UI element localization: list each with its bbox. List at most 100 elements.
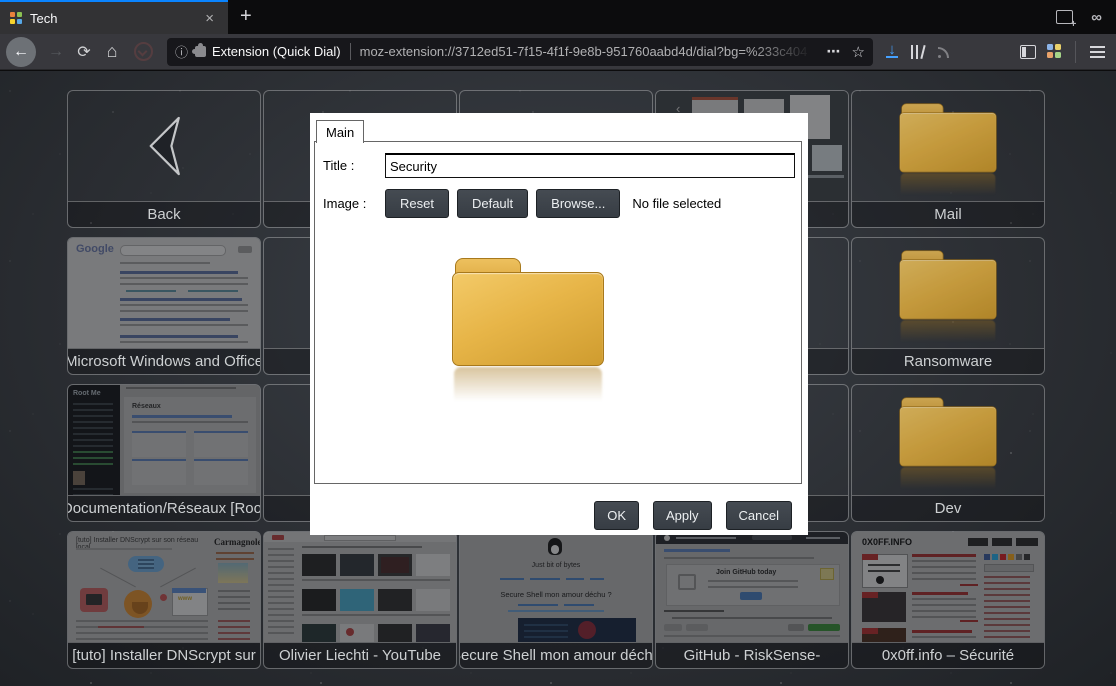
gh-hero-title: Join GitHub today xyxy=(716,569,776,576)
deco-card xyxy=(132,431,186,457)
new-window-icon[interactable] xyxy=(1056,10,1073,24)
rootme-sidebar xyxy=(68,385,120,495)
deco xyxy=(708,580,798,588)
gh-logo xyxy=(664,535,670,541)
diagram-server xyxy=(138,559,154,569)
ssh-banner xyxy=(518,618,636,642)
deco xyxy=(120,304,248,313)
deco-link xyxy=(120,335,238,338)
deco xyxy=(73,403,113,447)
deco-link xyxy=(500,578,524,580)
diagram-block-dot xyxy=(160,594,167,601)
sidebar-icon xyxy=(1020,45,1036,59)
default-button[interactable]: Default xyxy=(457,189,528,218)
diagram-pc xyxy=(80,588,108,612)
deco-line xyxy=(160,568,196,588)
gh-hero xyxy=(666,564,840,606)
oxoff-brand: 0X0FF.INFO xyxy=(862,537,912,547)
dial-tile-0x0ff[interactable]: 0X0FF.INFO xyxy=(851,531,1045,669)
browse-button[interactable]: Browse... xyxy=(536,189,620,218)
reload-button[interactable]: ⟳ xyxy=(70,42,98,62)
tile-label: Dev xyxy=(852,495,1044,521)
deco-link xyxy=(120,318,230,321)
justbytes-brand: Just bit of bytes xyxy=(460,562,652,569)
deco-title xyxy=(912,554,976,557)
deco-card xyxy=(194,431,248,457)
rootme-card xyxy=(124,397,256,493)
deco-link xyxy=(98,626,144,628)
folder-icon xyxy=(899,391,996,492)
deco-link xyxy=(564,604,594,606)
dial-tile-secure-shell[interactable]: Just bit of bytes Secure Shell mon amour… xyxy=(459,531,653,669)
rootme-brand: Root Me xyxy=(73,390,101,397)
penguin-icon xyxy=(548,538,562,555)
pocket-icon xyxy=(134,42,153,61)
tile-label: Back xyxy=(68,201,260,227)
menu-button[interactable] xyxy=(1084,39,1110,65)
new-tab-button[interactable]: + xyxy=(228,0,264,34)
oxoff-categories xyxy=(984,576,1030,640)
yt-search xyxy=(324,535,396,541)
deco-link xyxy=(590,578,604,580)
page-actions-icon[interactable]: ⋯ xyxy=(827,43,842,60)
downloads-button[interactable]: ↓ xyxy=(879,39,905,65)
rss-button[interactable] xyxy=(931,39,957,65)
back-button[interactable]: ← xyxy=(6,37,36,67)
deco xyxy=(120,262,210,264)
oxoff-article-thumb xyxy=(862,592,906,622)
mask-icon[interactable]: ∞ xyxy=(1091,9,1102,26)
deco xyxy=(73,451,113,467)
library-button[interactable] xyxy=(905,39,931,65)
dial-tile-ms-windows-office[interactable]: Google Microsoft Windows and Office xyxy=(67,237,261,375)
page-info-icon[interactable]: ⓘ xyxy=(175,42,188,61)
gh-clone-button xyxy=(808,624,840,631)
tile-label: GitHub - RiskSense- xyxy=(656,642,848,668)
carmagnole-brand: Carmagnole xyxy=(214,537,260,547)
social-github xyxy=(1024,554,1030,560)
sidebar-button[interactable] xyxy=(1015,39,1041,65)
url-bar[interactable]: ⓘ Extension (Quick Dial) moz-extension:/… xyxy=(167,38,873,66)
deco-link xyxy=(664,549,730,552)
deco xyxy=(76,620,208,640)
tile-label: Mail xyxy=(852,201,1044,227)
dial-tile-dev[interactable]: Dev xyxy=(851,384,1045,522)
social-twitter xyxy=(992,554,998,560)
home-button[interactable]: ⌂ xyxy=(98,41,126,62)
yt-video xyxy=(378,589,412,611)
quickdial-page: Back ‹ xyxy=(0,71,1116,686)
tab-title: Tech xyxy=(30,11,201,26)
dial-tile-mail[interactable]: Mail xyxy=(851,90,1045,228)
ok-button[interactable]: OK xyxy=(594,501,639,530)
deco xyxy=(126,387,236,391)
tab-close-icon[interactable]: × xyxy=(201,8,218,29)
hamburger-icon xyxy=(1090,46,1105,58)
url-text[interactable]: moz-extension://3712ed51-7f15-4f1f-9e8b-… xyxy=(360,44,812,59)
justbytes-heading: Secure Shell mon amour déchu ? xyxy=(460,590,652,599)
dial-tile-back[interactable]: Back xyxy=(67,90,261,228)
apply-button[interactable]: Apply xyxy=(653,501,712,530)
yt-sidebar xyxy=(268,548,294,638)
dial-tile-dnscrypt[interactable]: [tuto] Installer DNScrypt sur son réseau… xyxy=(67,531,261,669)
deco xyxy=(868,564,900,574)
title-input[interactable] xyxy=(385,153,795,178)
deco xyxy=(120,341,248,347)
deco xyxy=(188,290,238,292)
deco xyxy=(302,579,450,585)
dial-tile-github[interactable]: Join GitHub today GitHub - RiskSense- xyxy=(655,531,849,669)
dial-tile-rootme[interactable]: Root Me Réseaux Documentation/Réseau xyxy=(67,384,261,522)
reset-button[interactable]: Reset xyxy=(385,189,449,218)
deco-link xyxy=(508,610,604,612)
oxoff-article-thumb xyxy=(862,628,906,642)
dialog-tab-main[interactable]: Main xyxy=(316,120,364,143)
deco xyxy=(664,635,840,641)
mini-caption xyxy=(808,175,844,178)
browser-tab[interactable]: Tech × xyxy=(0,0,228,34)
deco-link xyxy=(132,415,232,418)
cancel-button[interactable]: Cancel xyxy=(726,501,792,530)
quickdial-extension-button[interactable] xyxy=(1041,39,1067,65)
dial-tile-youtube[interactable]: Olivier Liechti - YouTube xyxy=(263,531,457,669)
deco xyxy=(73,471,85,485)
bookmark-star-icon[interactable]: ☆ xyxy=(852,43,865,61)
toolbar-divider xyxy=(1075,41,1076,63)
dial-tile-ransomware[interactable]: Ransomware xyxy=(851,237,1045,375)
